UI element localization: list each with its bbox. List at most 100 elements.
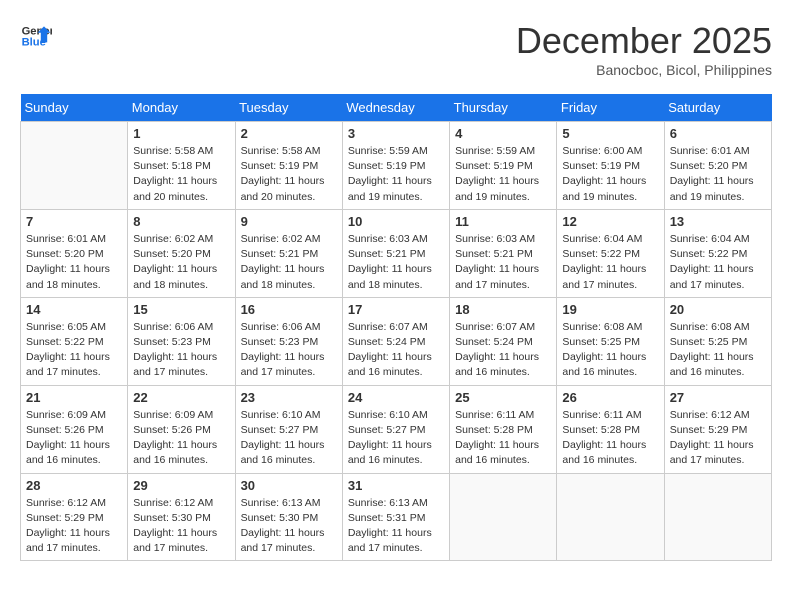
header-day-saturday: Saturday bbox=[664, 94, 771, 122]
day-info: Sunrise: 6:12 AM Sunset: 5:29 PM Dayligh… bbox=[670, 408, 766, 469]
day-cell: 25Sunrise: 6:11 AM Sunset: 5:28 PM Dayli… bbox=[450, 385, 557, 473]
day-number: 4 bbox=[455, 126, 551, 141]
day-number: 26 bbox=[562, 390, 658, 405]
day-cell bbox=[664, 473, 771, 561]
day-cell: 6Sunrise: 6:01 AM Sunset: 5:20 PM Daylig… bbox=[664, 122, 771, 210]
day-number: 12 bbox=[562, 214, 658, 229]
day-number: 8 bbox=[133, 214, 229, 229]
day-info: Sunrise: 6:13 AM Sunset: 5:30 PM Dayligh… bbox=[241, 496, 337, 557]
day-cell: 7 Sunrise: 6:01 AM Sunset: 5:20 PM Daylig… bbox=[21, 209, 128, 297]
day-cell: 24 Sunrise: 6:10 AM Sunset: 5:27 PM Dayli… bbox=[342, 385, 449, 473]
calendar-body: 1 Sunrise: 5:58 AM Sunset: 5:18 PM Daylig… bbox=[21, 122, 772, 561]
day-cell: 23 Sunrise: 6:10 AM Sunset: 5:27 PM Dayli… bbox=[235, 385, 342, 473]
day-cell: 12 Sunrise: 6:04 AM Sunset: 5:22 PM Dayli… bbox=[557, 209, 664, 297]
day-number: 2 bbox=[241, 126, 337, 141]
day-info: Sunrise: 6:12 AM Sunset: 5:30 PM Dayligh… bbox=[133, 496, 229, 557]
day-cell: 30 Sunrise: 6:13 AM Sunset: 5:30 PM Dayli… bbox=[235, 473, 342, 561]
day-number: 25 bbox=[455, 390, 551, 405]
day-cell: 20Sunrise: 6:08 AM Sunset: 5:25 PM Dayli… bbox=[664, 297, 771, 385]
day-number: 6 bbox=[670, 126, 766, 141]
header-day-sunday: Sunday bbox=[21, 94, 128, 122]
header-day-friday: Friday bbox=[557, 94, 664, 122]
day-cell: 2 Sunrise: 5:58 AM Sunset: 5:19 PM Daylig… bbox=[235, 122, 342, 210]
header-day-tuesday: Tuesday bbox=[235, 94, 342, 122]
day-info: Sunrise: 6:08 AM Sunset: 5:25 PM Dayligh… bbox=[670, 320, 766, 381]
day-number: 13 bbox=[670, 214, 766, 229]
day-number: 27 bbox=[670, 390, 766, 405]
header-day-wednesday: Wednesday bbox=[342, 94, 449, 122]
day-number: 10 bbox=[348, 214, 444, 229]
day-number: 28 bbox=[26, 478, 122, 493]
day-cell: 28Sunrise: 6:12 AM Sunset: 5:29 PM Dayli… bbox=[21, 473, 128, 561]
location: Banocboc, Bicol, Philippines bbox=[516, 62, 772, 78]
day-number: 1 bbox=[133, 126, 229, 141]
page-header: General Blue December 2025 Banocboc, Bic… bbox=[20, 20, 772, 78]
day-cell: 15 Sunrise: 6:06 AM Sunset: 5:23 PM Dayli… bbox=[128, 297, 235, 385]
day-cell: 29Sunrise: 6:12 AM Sunset: 5:30 PM Dayli… bbox=[128, 473, 235, 561]
day-info: Sunrise: 6:01 AM Sunset: 5:20 PM Dayligh… bbox=[26, 232, 122, 293]
day-info: Sunrise: 6:06 AM Sunset: 5:23 PM Dayligh… bbox=[133, 320, 229, 381]
day-cell: 14Sunrise: 6:05 AM Sunset: 5:22 PM Dayli… bbox=[21, 297, 128, 385]
day-info: Sunrise: 6:03 AM Sunset: 5:21 PM Dayligh… bbox=[455, 232, 551, 293]
day-number: 7 bbox=[26, 214, 122, 229]
day-number: 22 bbox=[133, 390, 229, 405]
day-number: 30 bbox=[241, 478, 337, 493]
day-info: Sunrise: 6:07 AM Sunset: 5:24 PM Dayligh… bbox=[348, 320, 444, 381]
header-row: SundayMondayTuesdayWednesdayThursdayFrid… bbox=[21, 94, 772, 122]
day-info: Sunrise: 6:04 AM Sunset: 5:22 PM Dayligh… bbox=[670, 232, 766, 293]
day-info: Sunrise: 6:06 AM Sunset: 5:23 PM Dayligh… bbox=[241, 320, 337, 381]
day-info: Sunrise: 5:58 AM Sunset: 5:19 PM Dayligh… bbox=[241, 144, 337, 205]
day-cell: 31 Sunrise: 6:13 AM Sunset: 5:31 PM Dayli… bbox=[342, 473, 449, 561]
day-number: 5 bbox=[562, 126, 658, 141]
day-cell bbox=[21, 122, 128, 210]
day-info: Sunrise: 5:59 AM Sunset: 5:19 PM Dayligh… bbox=[455, 144, 551, 205]
day-info: Sunrise: 5:59 AM Sunset: 5:19 PM Dayligh… bbox=[348, 144, 444, 205]
calendar-table: SundayMondayTuesdayWednesdayThursdayFrid… bbox=[20, 94, 772, 561]
day-number: 17 bbox=[348, 302, 444, 317]
day-info: Sunrise: 6:10 AM Sunset: 5:27 PM Dayligh… bbox=[241, 408, 337, 469]
day-number: 14 bbox=[26, 302, 122, 317]
day-cell: 22 Sunrise: 6:09 AM Sunset: 5:26 PM Dayli… bbox=[128, 385, 235, 473]
day-cell: 17 Sunrise: 6:07 AM Sunset: 5:24 PM Dayli… bbox=[342, 297, 449, 385]
day-info: Sunrise: 6:00 AM Sunset: 5:19 PM Dayligh… bbox=[562, 144, 658, 205]
day-number: 3 bbox=[348, 126, 444, 141]
day-cell: 4 Sunrise: 5:59 AM Sunset: 5:19 PM Daylig… bbox=[450, 122, 557, 210]
day-info: Sunrise: 6:11 AM Sunset: 5:28 PM Dayligh… bbox=[562, 408, 658, 469]
day-cell: 3 Sunrise: 5:59 AM Sunset: 5:19 PM Daylig… bbox=[342, 122, 449, 210]
day-info: Sunrise: 6:02 AM Sunset: 5:21 PM Dayligh… bbox=[241, 232, 337, 293]
day-cell: 21Sunrise: 6:09 AM Sunset: 5:26 PM Dayli… bbox=[21, 385, 128, 473]
day-number: 15 bbox=[133, 302, 229, 317]
logo: General Blue bbox=[20, 20, 56, 52]
calendar-header: SundayMondayTuesdayWednesdayThursdayFrid… bbox=[21, 94, 772, 122]
day-info: Sunrise: 6:10 AM Sunset: 5:27 PM Dayligh… bbox=[348, 408, 444, 469]
day-number: 23 bbox=[241, 390, 337, 405]
day-cell: 26 Sunrise: 6:11 AM Sunset: 5:28 PM Dayli… bbox=[557, 385, 664, 473]
week-row-1: 1 Sunrise: 5:58 AM Sunset: 5:18 PM Daylig… bbox=[21, 122, 772, 210]
day-number: 24 bbox=[348, 390, 444, 405]
day-number: 11 bbox=[455, 214, 551, 229]
day-info: Sunrise: 6:13 AM Sunset: 5:31 PM Dayligh… bbox=[348, 496, 444, 557]
day-info: Sunrise: 5:58 AM Sunset: 5:18 PM Dayligh… bbox=[133, 144, 229, 205]
month-title: December 2025 bbox=[516, 20, 772, 62]
day-number: 21 bbox=[26, 390, 122, 405]
day-cell: 11 Sunrise: 6:03 AM Sunset: 5:21 PM Dayli… bbox=[450, 209, 557, 297]
week-row-5: 28Sunrise: 6:12 AM Sunset: 5:29 PM Dayli… bbox=[21, 473, 772, 561]
day-number: 18 bbox=[455, 302, 551, 317]
week-row-2: 7 Sunrise: 6:01 AM Sunset: 5:20 PM Daylig… bbox=[21, 209, 772, 297]
week-row-4: 21 Sunrise: 6:09 AM Sunset: 5:26 PM Dayli… bbox=[21, 385, 772, 473]
day-cell: 19Sunrise: 6:08 AM Sunset: 5:25 PM Dayli… bbox=[557, 297, 664, 385]
day-cell: 1 Sunrise: 5:58 AM Sunset: 5:18 PM Daylig… bbox=[128, 122, 235, 210]
day-info: Sunrise: 6:09 AM Sunset: 5:26 PM Dayligh… bbox=[133, 408, 229, 469]
day-number: 19 bbox=[562, 302, 658, 317]
day-cell bbox=[557, 473, 664, 561]
day-info: Sunrise: 6:03 AM Sunset: 5:21 PM Dayligh… bbox=[348, 232, 444, 293]
day-cell: 16Sunrise: 6:06 AM Sunset: 5:23 PM Dayli… bbox=[235, 297, 342, 385]
day-cell: 18Sunrise: 6:07 AM Sunset: 5:24 PM Dayli… bbox=[450, 297, 557, 385]
header-day-monday: Monday bbox=[128, 94, 235, 122]
day-cell: 8Sunrise: 6:02 AM Sunset: 5:20 PM Daylig… bbox=[128, 209, 235, 297]
day-number: 31 bbox=[348, 478, 444, 493]
day-cell: 10 Sunrise: 6:03 AM Sunset: 5:21 PM Dayli… bbox=[342, 209, 449, 297]
day-info: Sunrise: 6:04 AM Sunset: 5:22 PM Dayligh… bbox=[562, 232, 658, 293]
logo-icon: General Blue bbox=[20, 20, 52, 52]
title-block: December 2025 Banocboc, Bicol, Philippin… bbox=[516, 20, 772, 78]
